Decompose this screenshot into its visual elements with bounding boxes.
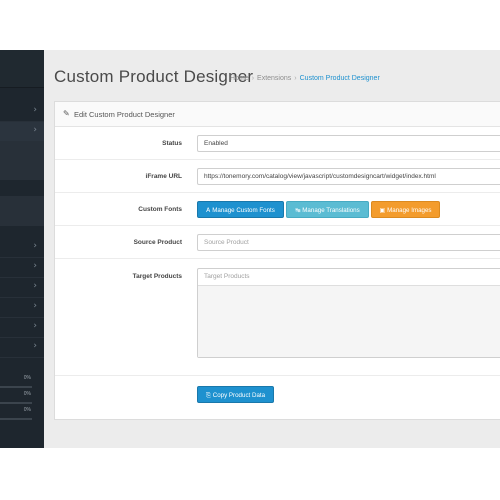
sidebar-item[interactable]: ›	[0, 318, 44, 338]
custom-fonts-label: Custom Fonts	[138, 206, 182, 213]
panel-title: Edit Custom Product Designer	[74, 110, 175, 119]
manage-translations-label: Manage Translations	[302, 207, 360, 214]
target-products-box: Target Products	[197, 268, 500, 358]
sidebar-item[interactable]: ›	[0, 258, 44, 278]
status-select[interactable]: Enabled	[197, 135, 500, 152]
chevron-right-icon: ›	[33, 301, 37, 311]
copy-product-data-button[interactable]: ⎘ Copy Product Data	[197, 386, 274, 403]
progress-bar	[0, 386, 32, 388]
copy-icon: ⎘	[205, 392, 211, 399]
status-label: Status	[162, 140, 182, 147]
chevron-right-icon: ›	[33, 241, 37, 251]
breadcrumb-extensions[interactable]: Extensions	[257, 75, 291, 82]
chevron-right-icon: ›	[33, 105, 37, 115]
breadcrumb: Home › Extensions › Custom Product Designer	[230, 75, 380, 82]
form-row-custom-fonts: Custom Fonts A Manage Custom Fonts ↹ Manag…	[55, 193, 500, 226]
chevron-right-icon: ›	[33, 261, 37, 271]
target-products-input[interactable]: Target Products	[198, 269, 500, 286]
breadcrumb-current[interactable]: Custom Product Designer	[300, 75, 380, 82]
progress-bar	[0, 418, 32, 420]
translate-icon: ↹	[295, 207, 301, 214]
sidebar: › › › › › › › › 0% 0% 0%	[0, 50, 44, 448]
sidebar-item[interactable]: ›	[0, 238, 44, 258]
form-row-status: Status Enabled	[55, 127, 500, 160]
manage-custom-fonts-button[interactable]: A Manage Custom Fonts	[197, 201, 284, 218]
source-product-label: Source Product	[133, 239, 182, 246]
progress-bar	[0, 402, 32, 404]
manage-images-button[interactable]: ▣ Manage Images	[371, 201, 440, 218]
manage-custom-fonts-label: Manage Custom Fonts	[212, 207, 275, 214]
sidebar-submenu[interactable]	[0, 142, 44, 180]
sidebar-submenu[interactable]	[0, 196, 44, 226]
font-icon: A	[206, 207, 211, 214]
page-title: Custom Product Designer	[54, 67, 254, 86]
stat-percent: 0%	[23, 375, 31, 381]
stat-percent: 0%	[23, 407, 31, 413]
source-product-input[interactable]: Source Product	[197, 234, 500, 251]
breadcrumb-separator: ›	[251, 75, 255, 82]
target-products-label: Target Products	[132, 273, 182, 280]
stat-percent: 0%	[23, 391, 31, 397]
edit-panel: ✎ Edit Custom Product Designer Status En…	[54, 101, 500, 420]
manage-images-label: Manage Images	[387, 207, 432, 214]
iframe-url-input[interactable]: https://tonemory.com/catalog/view/javasc…	[197, 168, 500, 185]
sidebar-header	[0, 50, 44, 88]
image-icon: ▣	[379, 207, 386, 214]
manage-translations-button[interactable]: ↹ Manage Translations	[286, 201, 369, 218]
sidebar-stat: 0%	[0, 391, 34, 405]
target-products-list[interactable]	[198, 286, 500, 357]
sidebar-item[interactable]: ›	[0, 338, 44, 358]
chevron-right-icon: ›	[33, 321, 37, 331]
pencil-icon: ✎	[63, 109, 70, 118]
form-row-target-products: Target Products Target Products	[55, 259, 500, 376]
form-row-iframe-url: iFrame URL https://tonemory.com/catalog/…	[55, 160, 500, 193]
iframe-url-label: iFrame URL	[145, 173, 182, 180]
sidebar-item-active[interactable]: ›	[0, 122, 44, 142]
copy-product-data-label: Copy Product Data	[212, 392, 266, 399]
breadcrumb-separator: ›	[294, 75, 297, 82]
panel-heading: ✎ Edit Custom Product Designer	[55, 102, 500, 127]
sidebar-stat: 0%	[0, 407, 34, 421]
app-window: › › › › › › › › 0% 0% 0% Custom Product …	[0, 50, 500, 448]
sidebar-stat: 0%	[0, 375, 34, 389]
sidebar-item[interactable]: ›	[0, 298, 44, 318]
breadcrumb-home[interactable]: Home	[230, 75, 249, 82]
chevron-right-icon: ›	[33, 125, 37, 135]
chevron-right-icon: ›	[33, 341, 37, 351]
form-row-source-product: Source Product Source Product	[55, 226, 500, 259]
chevron-right-icon: ›	[33, 281, 37, 291]
sidebar-item[interactable]: ›	[0, 102, 44, 122]
sidebar-item[interactable]: ›	[0, 278, 44, 298]
